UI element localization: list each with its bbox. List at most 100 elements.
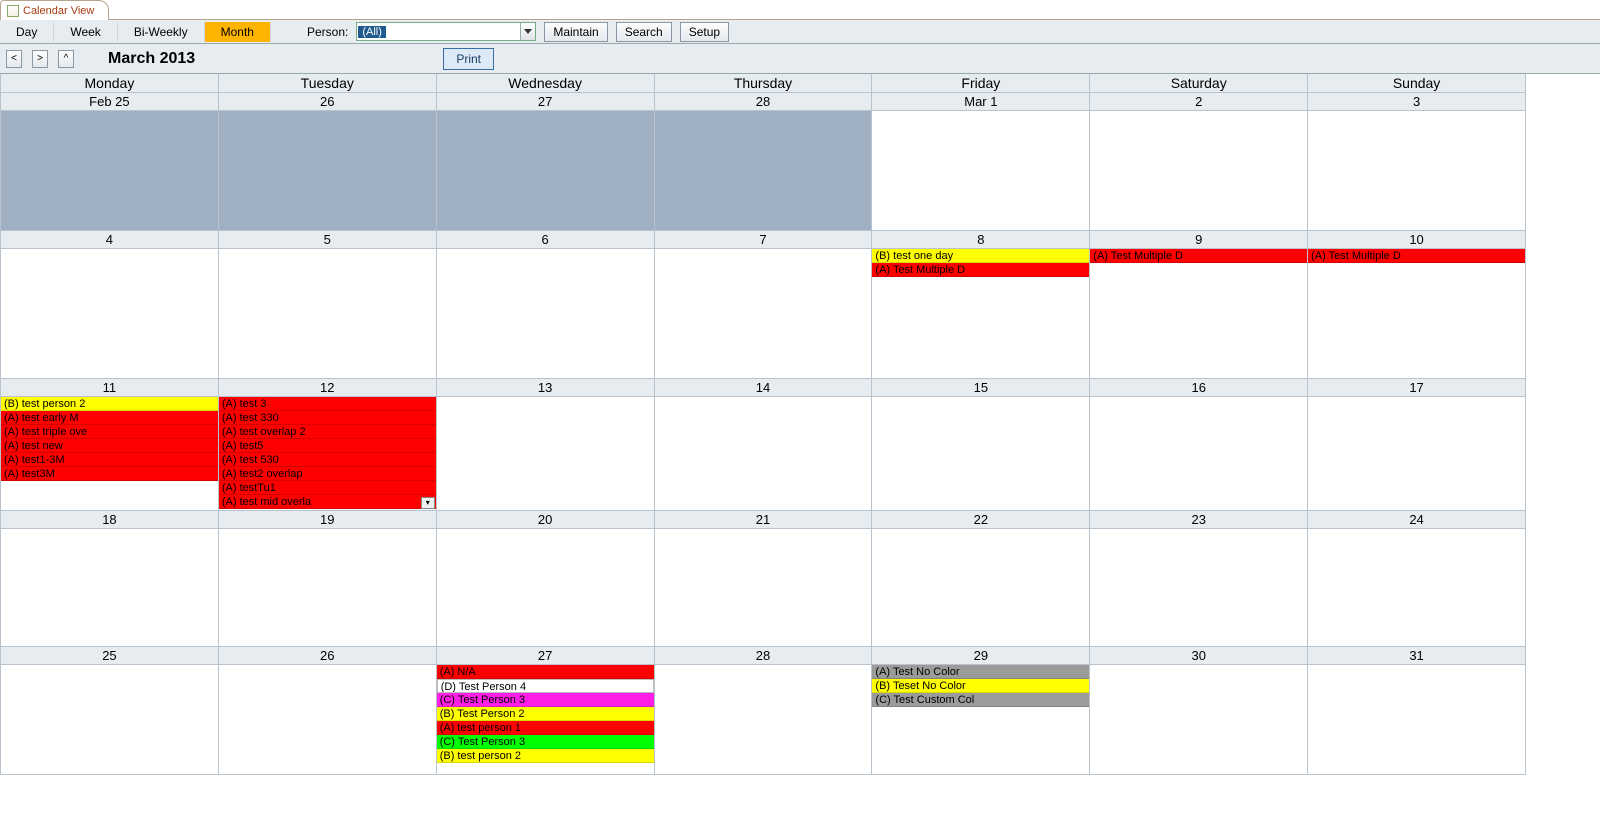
date-header-cell[interactable]: Mar 1 — [871, 93, 1089, 111]
calendar-event[interactable]: (A) testTu1 — [219, 481, 436, 495]
prev-button[interactable]: < — [6, 50, 22, 68]
date-header-cell[interactable]: 16 — [1089, 379, 1307, 397]
calendar-event[interactable]: (A) Test Multiple D — [1090, 249, 1307, 263]
date-header-cell[interactable]: 31 — [1307, 647, 1525, 665]
date-header-cell[interactable]: 10 — [1307, 231, 1525, 249]
date-header-cell[interactable]: 28 — [654, 93, 872, 111]
calendar-event[interactable]: (B) Test Person 2 — [437, 707, 654, 721]
date-header-cell[interactable]: 3 — [1307, 93, 1525, 111]
date-header-cell[interactable]: 17 — [1307, 379, 1525, 397]
calendar-day-cell[interactable] — [0, 529, 218, 647]
date-header-cell[interactable]: 18 — [0, 511, 218, 529]
date-header-cell[interactable]: 30 — [1089, 647, 1307, 665]
calendar-day-cell[interactable] — [218, 249, 436, 379]
date-header-cell[interactable]: 20 — [436, 511, 654, 529]
calendar-day-cell[interactable] — [1307, 397, 1525, 511]
calendar-event[interactable]: (A) Test Multiple D — [1308, 249, 1525, 263]
calendar-event[interactable]: (A) Test No Color — [872, 665, 1089, 679]
calendar-event[interactable]: (A) test 530 — [219, 453, 436, 467]
view-tab-week[interactable]: Week — [54, 22, 117, 42]
date-header-cell[interactable]: 13 — [436, 379, 654, 397]
calendar-day-cell[interactable]: (B) test one day(A) Test Multiple D — [871, 249, 1089, 379]
calendar-event[interactable]: (C) Test Person 3 — [437, 693, 654, 707]
calendar-day-cell[interactable]: (A) Test No Color(B) Teset No Color(C) T… — [871, 665, 1089, 775]
calendar-day-cell[interactable] — [0, 665, 218, 775]
maintain-button[interactable]: Maintain — [544, 22, 607, 42]
date-header-cell[interactable]: 15 — [871, 379, 1089, 397]
calendar-day-cell[interactable] — [218, 529, 436, 647]
calendar-day-cell[interactable] — [436, 397, 654, 511]
calendar-event[interactable]: (C) Test Person 3 — [437, 735, 654, 749]
calendar-event[interactable]: (A) test1-3M — [1, 453, 218, 467]
calendar-day-cell[interactable] — [654, 665, 872, 775]
calendar-day-cell[interactable]: (A) Test Multiple D — [1307, 249, 1525, 379]
date-header-cell[interactable]: 23 — [1089, 511, 1307, 529]
date-header-cell[interactable]: 12 — [218, 379, 436, 397]
calendar-event[interactable]: (B) Teset No Color — [872, 679, 1089, 693]
person-combo[interactable]: (All) — [356, 22, 536, 41]
date-header-cell[interactable]: 5 — [218, 231, 436, 249]
calendar-event[interactable]: (A) test 330 — [219, 411, 436, 425]
date-header-cell[interactable]: 8 — [871, 231, 1089, 249]
search-button[interactable]: Search — [616, 22, 672, 42]
calendar-event[interactable]: (D) Test Person 4 — [437, 679, 654, 693]
setup-button[interactable]: Setup — [680, 22, 729, 42]
up-button[interactable]: ^ — [58, 50, 74, 68]
calendar-day-cell[interactable] — [871, 397, 1089, 511]
calendar-day-cell[interactable] — [1089, 529, 1307, 647]
calendar-day-cell[interactable] — [871, 529, 1089, 647]
calendar-day-cell[interactable] — [0, 249, 218, 379]
date-header-cell[interactable]: 29 — [871, 647, 1089, 665]
calendar-day-cell[interactable]: (A) Test Multiple D — [1089, 249, 1307, 379]
calendar-event[interactable]: (A) test person 1 — [437, 721, 654, 735]
date-header-cell[interactable]: 19 — [218, 511, 436, 529]
date-header-cell[interactable]: 25 — [0, 647, 218, 665]
calendar-day-cell[interactable] — [1089, 665, 1307, 775]
calendar-event[interactable]: (A) test early M — [1, 411, 218, 425]
calendar-day-cell[interactable] — [218, 111, 436, 231]
calendar-day-cell[interactable]: (A) N/A(D) Test Person 4(C) Test Person … — [436, 665, 654, 775]
calendar-event[interactable]: (A) Test Multiple D — [872, 263, 1089, 277]
calendar-day-cell[interactable] — [1307, 529, 1525, 647]
date-header-cell[interactable]: 4 — [0, 231, 218, 249]
calendar-day-cell[interactable] — [654, 529, 872, 647]
calendar-day-cell[interactable] — [1307, 111, 1525, 231]
calendar-day-cell[interactable] — [436, 249, 654, 379]
calendar-day-cell[interactable]: (A) test 3(A) test 330(A) test overlap 2… — [218, 397, 436, 511]
calendar-day-cell[interactable]: (B) test person 2(A) test early M(A) tes… — [0, 397, 218, 511]
calendar-event[interactable]: (A) test3M — [1, 467, 218, 481]
calendar-day-cell[interactable] — [654, 397, 872, 511]
calendar-event[interactable]: (A) test2 overlap — [219, 467, 436, 481]
more-events-indicator[interactable]: ▾ — [421, 497, 435, 509]
calendar-event[interactable]: (A) test overlap 2 — [219, 425, 436, 439]
document-tab-calendar-view[interactable]: Calendar View — [0, 0, 109, 20]
calendar-day-cell[interactable] — [1089, 397, 1307, 511]
view-tab-month[interactable]: Month — [205, 22, 271, 42]
date-header-cell[interactable]: 27 — [436, 93, 654, 111]
calendar-event[interactable]: (A) N/A — [437, 665, 654, 679]
date-header-cell[interactable]: 28 — [654, 647, 872, 665]
date-header-cell[interactable]: 26 — [218, 647, 436, 665]
calendar-day-cell[interactable] — [0, 111, 218, 231]
calendar-day-cell[interactable] — [1089, 111, 1307, 231]
calendar-event[interactable]: (A) test triple ove — [1, 425, 218, 439]
calendar-event[interactable]: (A) test new — [1, 439, 218, 453]
print-button[interactable]: Print — [443, 48, 494, 70]
view-tab-day[interactable]: Day — [0, 22, 54, 42]
date-header-cell[interactable]: 7 — [654, 231, 872, 249]
date-header-cell[interactable]: 26 — [218, 93, 436, 111]
date-header-cell[interactable]: 22 — [871, 511, 1089, 529]
date-header-cell[interactable]: 27 — [436, 647, 654, 665]
calendar-event[interactable]: (B) test person 2 — [437, 749, 654, 763]
next-button[interactable]: > — [32, 50, 48, 68]
date-header-cell[interactable]: 11 — [0, 379, 218, 397]
date-header-cell[interactable]: 6 — [436, 231, 654, 249]
calendar-event[interactable]: (C) Test Custom Col — [872, 693, 1089, 707]
calendar-event[interactable]: (A) test mid overla — [219, 495, 436, 509]
calendar-day-cell[interactable] — [436, 529, 654, 647]
date-header-cell[interactable]: 24 — [1307, 511, 1525, 529]
date-header-cell[interactable]: Feb 25 — [0, 93, 218, 111]
date-header-cell[interactable]: 14 — [654, 379, 872, 397]
calendar-day-cell[interactable] — [654, 111, 872, 231]
date-header-cell[interactable]: 2 — [1089, 93, 1307, 111]
